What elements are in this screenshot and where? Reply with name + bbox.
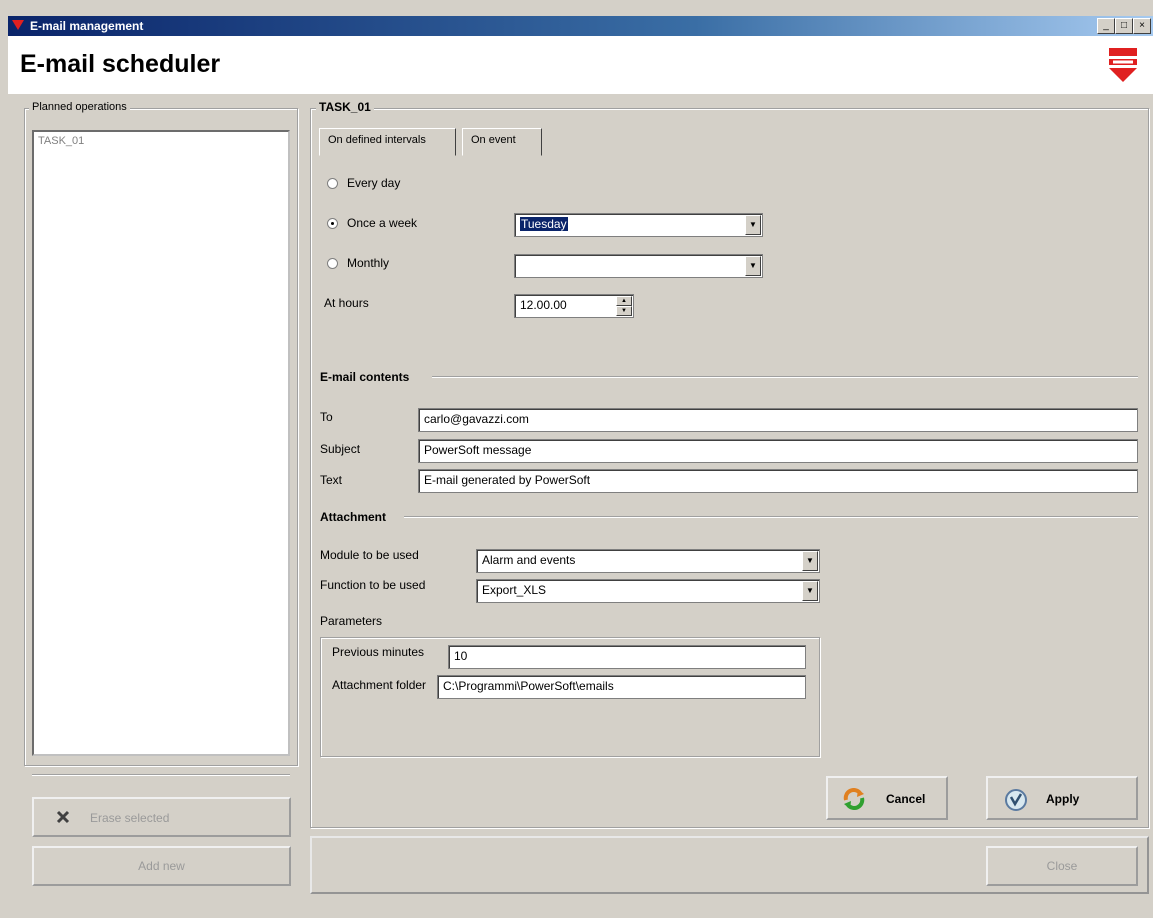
erase-selected-button[interactable]: Erase selected [32, 797, 291, 837]
to-label: To [320, 410, 333, 424]
weekday-select[interactable]: Tuesday ▼ [514, 213, 763, 237]
monthly-select[interactable]: ▼ [514, 254, 763, 278]
planned-operations-legend: Planned operations [29, 101, 130, 113]
previous-minutes-field[interactable]: 10 [448, 645, 806, 669]
left-separator [32, 774, 290, 776]
spin-up-icon[interactable]: ▲ [616, 296, 632, 306]
to-field[interactable]: carlo@gavazzi.com [418, 408, 1138, 432]
subject-field[interactable]: PowerSoft message [418, 439, 1138, 463]
app-logo-icon [12, 20, 24, 30]
once-a-week-radio[interactable] [327, 218, 338, 229]
chevron-down-icon[interactable]: ▼ [745, 215, 761, 235]
planned-operations-list[interactable]: TASK_01 [32, 130, 290, 756]
subject-label: Subject [320, 442, 361, 456]
module-select[interactable]: Alarm and events ▼ [476, 549, 820, 573]
cancel-button[interactable]: Cancel [826, 776, 948, 820]
refresh-arrows-icon [843, 788, 865, 810]
every-day-radio[interactable] [327, 178, 338, 189]
at-hours-label: At hours [324, 296, 369, 310]
cancel-label: Cancel [886, 792, 926, 806]
erase-x-icon [56, 810, 70, 824]
window-title: E-mail management [30, 19, 144, 33]
close-window-button[interactable]: × [1133, 18, 1151, 34]
text-field[interactable]: E-mail generated by PowerSoft [418, 469, 1138, 493]
spinner-buttons[interactable]: ▲ ▼ [616, 296, 632, 316]
attachment-heading: Attachment [320, 510, 387, 524]
window-title-bar[interactable]: E-mail management _ □ × [8, 16, 1153, 36]
function-value: Export_XLS [482, 583, 547, 597]
tab-on-defined-intervals[interactable]: On defined intervals [319, 128, 456, 156]
chevron-down-icon[interactable]: ▼ [745, 256, 761, 276]
chevron-down-icon[interactable]: ▼ [802, 581, 818, 601]
apply-check-icon [1005, 789, 1027, 811]
chevron-down-icon[interactable]: ▼ [802, 551, 818, 571]
list-item[interactable]: TASK_01 [38, 135, 84, 147]
header: E-mail scheduler [8, 36, 1153, 94]
email-contents-separator [432, 376, 1138, 378]
apply-button[interactable]: Apply [986, 776, 1138, 820]
maximize-button[interactable]: □ [1115, 18, 1133, 34]
once-a-week-label: Once a week [347, 216, 418, 230]
monthly-label: Monthly [347, 256, 390, 270]
close-button[interactable]: Close [986, 846, 1138, 886]
text-label: Text [320, 473, 343, 487]
module-value: Alarm and events [482, 553, 576, 567]
minimize-button[interactable]: _ [1097, 18, 1115, 34]
attachment-folder-field[interactable]: C:\Programmi\PowerSoft\emails [437, 675, 806, 699]
hours-value: 12.00.00 [520, 298, 567, 312]
every-day-label: Every day [347, 176, 401, 190]
attachment-folder-label: Attachment folder [332, 678, 427, 692]
add-new-button[interactable]: Add new [32, 846, 291, 886]
email-contents-heading: E-mail contents [320, 370, 410, 384]
function-select[interactable]: Export_XLS ▼ [476, 579, 820, 603]
module-label: Module to be used [320, 548, 419, 562]
task-legend: TASK_01 [316, 100, 374, 114]
tab-on-event[interactable]: On event [462, 128, 542, 156]
parameters-label: Parameters [320, 614, 383, 628]
erase-selected-label: Erase selected [90, 811, 170, 825]
page-title: E-mail scheduler [20, 50, 221, 78]
previous-minutes-label: Previous minutes [332, 645, 425, 659]
spin-down-icon[interactable]: ▼ [616, 306, 632, 316]
hours-spinner[interactable]: 12.00.00 ▲ ▼ [514, 294, 634, 318]
function-label: Function to be used [320, 578, 426, 592]
monthly-radio[interactable] [327, 258, 338, 269]
attachment-separator [404, 516, 1138, 518]
weekday-value: Tuesday [520, 217, 568, 231]
apply-label: Apply [1046, 792, 1080, 806]
brand-logo-icon [1109, 48, 1137, 82]
